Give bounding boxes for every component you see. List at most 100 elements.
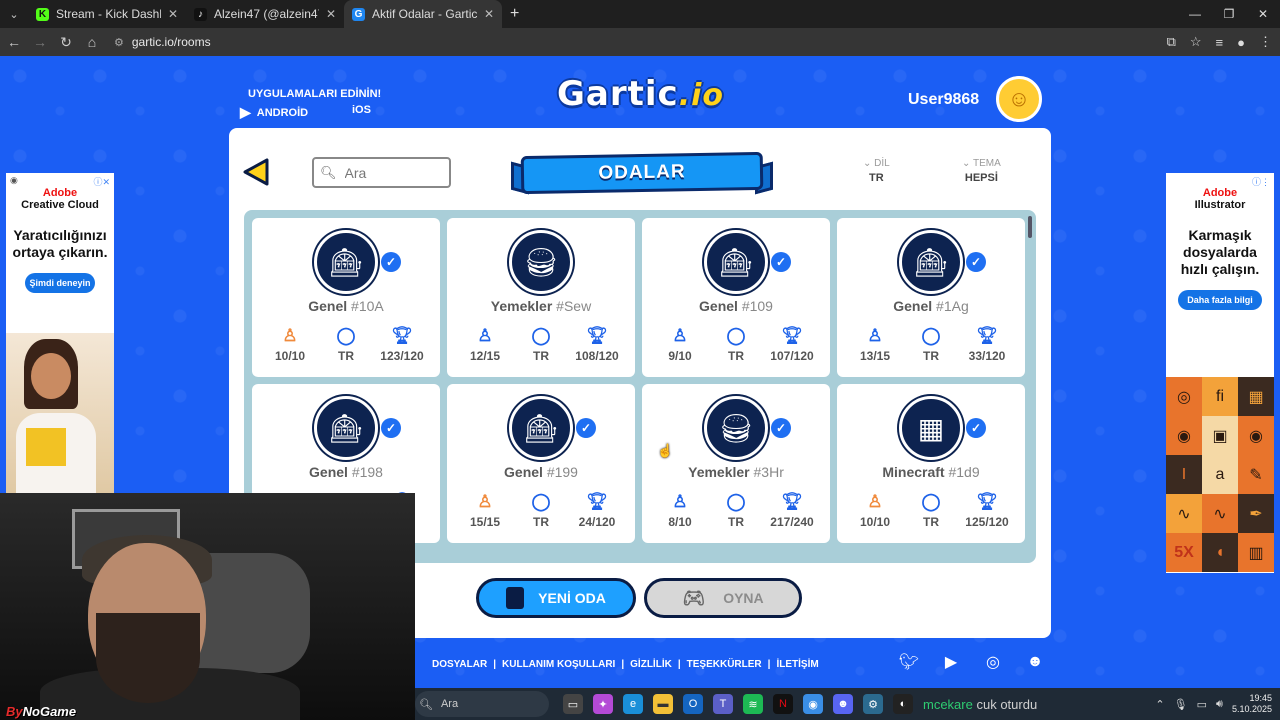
outlook-icon[interactable]: O	[683, 694, 703, 714]
close-tab-icon[interactable]: ✕	[168, 7, 178, 21]
footer-separator: |	[621, 659, 625, 670]
chat-overlay-text: mcekare cuk oturdu	[923, 696, 1038, 712]
speech-bubble-icon: ◯	[921, 326, 941, 345]
back-triangle-icon[interactable]	[243, 158, 269, 186]
discord-icon[interactable]: ☻	[1024, 652, 1046, 672]
ad-right[interactable]: ⓘ⋮ Adobe Illustrator Karmaşık dosyalarda…	[1166, 173, 1274, 573]
browser-tab-0[interactable]: K Stream - Kick Dashboard ✕	[28, 0, 186, 28]
points-stat: 🏆︎ 24/120	[569, 492, 625, 529]
instagram-icon[interactable]: ◎	[982, 652, 1004, 672]
netflix-icon[interactable]: N	[773, 694, 793, 714]
spotify-icon[interactable]: ≋	[743, 694, 763, 714]
room-card[interactable]: 🍔︎ ✓ Yemekler #3Hr ♙ 8/10 ◯ TR 🏆︎ 217/24…	[642, 384, 830, 543]
bookmark-star-icon[interactable]: ☆	[1190, 34, 1202, 50]
taskbar-search[interactable]: 🔍︎ Ara	[415, 691, 549, 717]
room-card[interactable]: ▦ ✓ Minecraft #1d9 ♙ 10/10 ◯ TR 🏆︎ 125/1…	[837, 384, 1025, 543]
back-arrow-icon[interactable]: ←	[2, 30, 26, 54]
file-explorer-icon[interactable]: ▬	[653, 694, 673, 714]
reload-icon[interactable]: ↻	[54, 30, 78, 54]
players-value: 10/10	[859, 515, 891, 529]
room-stats: ♙ 10/10 ◯ TR 🏆︎ 123/120	[252, 326, 440, 363]
language-value: TR	[869, 172, 884, 184]
close-window-icon[interactable]: ✕	[1246, 0, 1280, 28]
profile-icon[interactable]: ●	[1237, 35, 1245, 50]
points-stat: 🏆︎ 123/120	[374, 326, 430, 363]
players-stat: ♙ 13/15	[847, 326, 903, 363]
ad-cta-button[interactable]: Daha fazla bilgi	[1178, 290, 1262, 310]
close-tab-icon[interactable]: ✕	[484, 7, 494, 21]
chevron-up-icon[interactable]: ⌃	[1155, 698, 1164, 711]
ios-link[interactable]: iOS	[346, 104, 371, 116]
rooms-scrollbar[interactable]	[1028, 216, 1032, 238]
gartic-logo[interactable]: Gartic.io	[557, 74, 724, 114]
twitter-icon[interactable]: 🐦︎	[898, 652, 920, 672]
room-card[interactable]: 🍔︎ Yemekler #Sew ♙ 12/15 ◯ TR 🏆︎ 108/120	[447, 218, 635, 377]
android-link[interactable]: ▶ ANDROİD	[240, 104, 308, 121]
obs-icon[interactable]: ◐	[893, 694, 913, 714]
ad-cta-button[interactable]: Şimdi deneyin	[25, 273, 95, 293]
language-select[interactable]: ⌄ DİL TR	[863, 158, 890, 184]
room-card[interactable]: 🎰︎ ✓ Genel #1Ag ♙ 13/15 ◯ TR 🏆︎ 33/120	[837, 218, 1025, 377]
media-controls-icon[interactable]: ≡	[1216, 35, 1224, 50]
verified-check-icon: ✓	[771, 418, 791, 438]
network-icon[interactable]: ▭	[1197, 698, 1207, 711]
search-input[interactable]	[344, 164, 445, 181]
burger-icon: 🍔︎	[704, 396, 768, 460]
install-app-icon[interactable]: ⧉	[1167, 34, 1176, 50]
ad-brand: Adobe	[42, 187, 78, 199]
tab-search-button[interactable]: ⌄	[0, 0, 28, 28]
room-card[interactable]: 🎰︎ ✓ Genel #109 ♙ 9/10 ◯ TR 🏆︎ 107/120	[642, 218, 830, 377]
player-icon: ♙	[867, 326, 883, 345]
task-view-icon[interactable]: ▭	[563, 694, 583, 714]
site-info-icon[interactable]: ⚙	[114, 36, 124, 49]
players-value: 15/15	[469, 515, 501, 529]
youtube-icon[interactable]: ▶	[940, 652, 962, 672]
room-card[interactable]: 🎰︎ ✓ Genel #10A ♙ 10/10 ◯ TR 🏆︎ 123/120	[252, 218, 440, 377]
volume-icon[interactable]: 🔊︎	[1216, 698, 1223, 711]
minimize-icon[interactable]: —	[1178, 0, 1212, 28]
ad-left[interactable]: ⓘ✕ ◉ Adobe Creative Cloud Yaratıcılığını…	[6, 173, 114, 493]
room-stats: ♙ 8/10 ◯ TR 🏆︎ 217/240	[642, 492, 830, 529]
copilot-icon[interactable]: ✦	[593, 694, 613, 714]
room-card[interactable]: 🎰︎ ✓ Genel #199 ♙ 15/15 ◯ TR 🏆︎ 24/120	[447, 384, 635, 543]
forward-arrow-icon[interactable]: →	[28, 30, 52, 54]
url-field[interactable]: ⚙ gartic.io/rooms	[114, 35, 211, 49]
room-name: Genel #1Ag	[893, 298, 969, 314]
settings-icon[interactable]: ⚙	[863, 694, 883, 714]
ad-choices-icon[interactable]: ⓘ✕	[93, 175, 110, 188]
play-button[interactable]: 🎮︎ OYNA	[644, 578, 802, 618]
room-stats: ♙ 12/15 ◯ TR 🏆︎ 108/120	[447, 326, 635, 363]
restore-icon[interactable]: ❐	[1212, 0, 1246, 28]
footer-link[interactable]: TEŞEKKÜRLER	[687, 659, 762, 670]
close-tab-icon[interactable]: ✕	[326, 7, 336, 21]
footer-link[interactable]: KULLANIM KOŞULLARI	[502, 659, 615, 670]
browser-menu-icon[interactable]: ⋮	[1259, 34, 1272, 50]
points-value: 24/120	[578, 515, 616, 529]
footer-link[interactable]: DOSYALAR	[432, 659, 487, 670]
page-title: ODALAR	[520, 151, 764, 195]
browser-tab-2[interactable]: G Aktif Odalar - Gartic.io ✕	[344, 0, 502, 28]
players-value: 13/15	[859, 349, 891, 363]
slot-machine-icon: 🎰︎	[314, 230, 378, 294]
browser-tab-1[interactable]: ♪ Alzein47 (@alzein4735) | TikTok ✕	[186, 0, 344, 28]
new-room-button[interactable]: YENİ ODA	[476, 578, 636, 618]
username[interactable]: User9868	[908, 91, 979, 109]
edge-icon[interactable]: e	[623, 694, 643, 714]
new-tab-icon[interactable]: +	[502, 5, 527, 23]
ad-choices-icon[interactable]: ⓘ⋮	[1252, 175, 1270, 188]
footer-link[interactable]: GİZLİLİK	[630, 659, 672, 670]
footer-separator: |	[677, 659, 681, 670]
search-box[interactable]: 🔍︎	[312, 157, 451, 188]
footer-link[interactable]: İLETİŞİM	[776, 659, 818, 670]
home-icon[interactable]: ⌂	[80, 30, 104, 54]
language-value: TR	[728, 349, 744, 363]
microphone-icon[interactable]: 🎙︎	[1174, 698, 1188, 711]
discord-app-icon[interactable]: ☻	[833, 694, 853, 714]
avatar[interactable]: ☺	[996, 76, 1042, 122]
verified-check-icon: ✓	[381, 252, 401, 272]
search-icon: 🔍︎	[419, 698, 433, 711]
clock[interactable]: 19:45 5.10.2025	[1232, 693, 1272, 715]
teams-icon[interactable]: T	[713, 694, 733, 714]
chrome-icon[interactable]: ◉	[803, 694, 823, 714]
theme-select[interactable]: ⌄ TEMA HEPSİ	[962, 158, 1001, 184]
